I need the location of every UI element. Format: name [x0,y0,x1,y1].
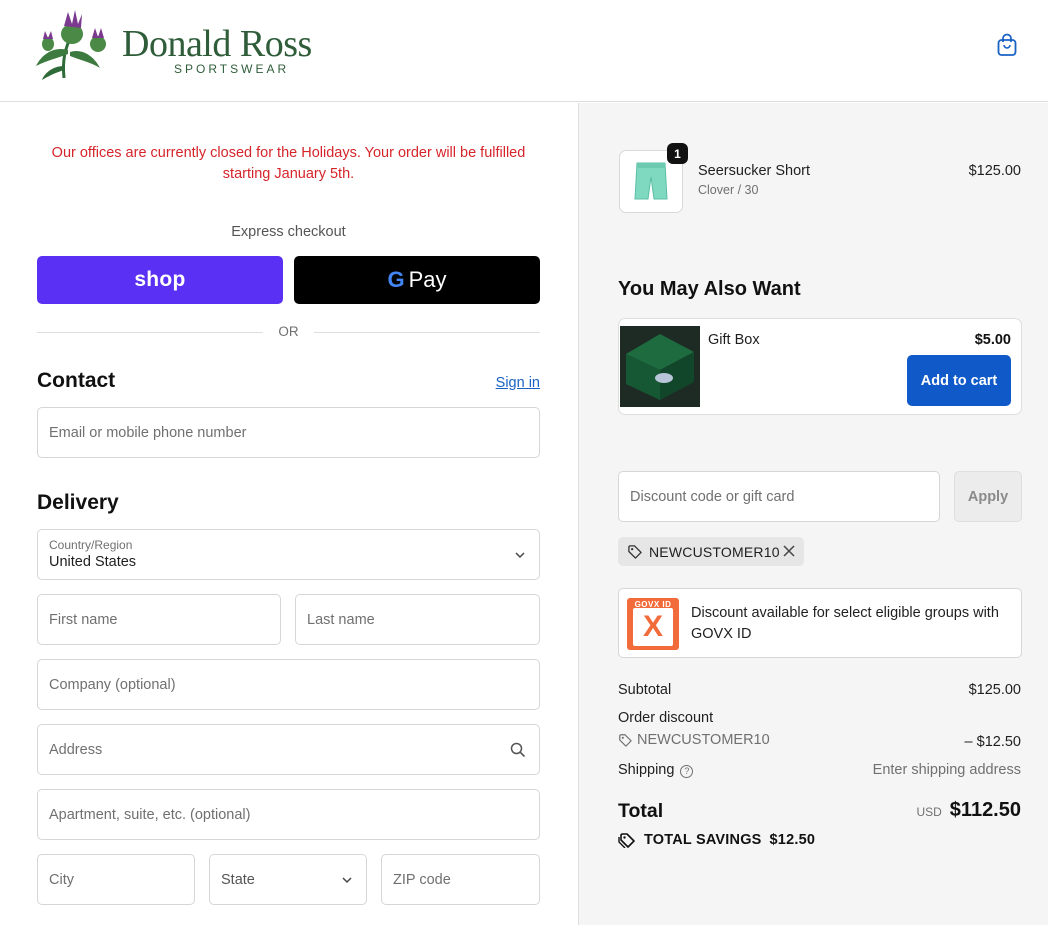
or-text: OR [278,324,299,339]
country-select[interactable]: Country/Region United States [37,529,540,580]
gift-box-picture [620,326,700,407]
upsell-title: You May Also Want [618,278,801,300]
last-name-field[interactable]: Last name [295,594,540,645]
item-variant: Clover / 30 [698,183,759,197]
checkout-form: Our offices are currently closed for the… [0,103,578,925]
applied-code-chip: NEWCUSTOMER10 [618,537,804,566]
shipping-label-row: Shipping? [618,762,694,778]
help-icon[interactable]: ? [680,765,694,778]
brand-subtitle: SPORTSWEAR [174,62,290,76]
item-name: Seersucker Short [698,163,811,179]
shop-pay-button[interactable]: shop [37,256,283,304]
city-placeholder: City [49,871,74,888]
first-name-field[interactable]: First name [37,594,281,645]
discount-placeholder: Discount code or gift card [630,488,795,505]
state-select[interactable]: State [209,854,367,905]
country-value: United States [49,554,137,570]
subtotal-label: Subtotal [618,682,672,698]
chevron-down-icon [515,551,525,558]
shop-pay-label: shop [134,268,186,291]
search-icon [510,742,526,757]
currency-code: USD [916,805,942,819]
total-amount: $112.50 [949,799,1021,821]
first-name-placeholder: First name [49,611,118,628]
apartment-field[interactable]: Apartment, suite, etc. (optional) [37,789,540,840]
remove-code-icon[interactable] [783,545,795,557]
last-name-placeholder: Last name [307,611,375,628]
company-field[interactable]: Company (optional) [37,659,540,710]
email-placeholder: Email or mobile phone number [49,424,247,441]
zip-placeholder: ZIP code [393,871,451,888]
shopping-bag-icon [997,33,1017,56]
holiday-notice: Our offices are currently closed for the… [51,145,526,182]
discount-code-input[interactable]: Discount code or gift card [618,471,940,522]
google-g-icon: G [387,267,405,292]
savings-value: $12.50 [769,832,816,848]
order-discount-label: Order discount [618,710,714,726]
shipping-label: Shipping [618,762,675,778]
total-savings: TOTAL SAVINGS $12.50 [618,832,815,848]
email-field[interactable]: Email or mobile phone number [37,407,540,458]
city-field[interactable]: City [37,854,195,905]
state-placeholder: State [221,871,255,888]
govx-text: Discount available for select eligible g… [691,605,999,642]
savings-label: TOTAL SAVINGS [644,832,762,848]
upsell-name: Gift Box [708,332,760,348]
country-label: Country/Region [49,538,133,552]
zip-field[interactable]: ZIP code [381,854,540,905]
subtotal-value: $125.00 [968,682,1021,698]
apply-button[interactable]: Apply [954,471,1022,522]
gift-box-image [620,326,700,407]
savings-tag-icon [618,833,635,848]
total-value-group: USD $112.50 [916,799,1021,822]
add-to-cart-button[interactable]: Add to cart [907,355,1011,406]
total-label: Total [618,800,664,822]
apartment-placeholder: Apartment, suite, etc. (optional) [49,806,251,823]
delivery-title: Delivery [37,491,119,514]
item-price: $125.00 [968,163,1021,179]
express-checkout-label: Express checkout [231,224,346,240]
tag-icon [628,545,642,559]
google-pay-label: Pay [408,267,447,292]
tag-icon [619,734,632,747]
govx-logo-icon: GOVX ID X [627,598,679,650]
shipping-value: Enter shipping address [872,762,1021,778]
brand-name: Donald Ross [122,23,312,65]
chevron-down-icon [342,876,352,883]
applied-code-text: NEWCUSTOMER10 [649,543,780,560]
govx-x-mark: X [633,608,673,646]
discount-code-line: NEWCUSTOMER10 [618,732,770,748]
upsell-card: Gift Box $5.00 Add to cart [618,318,1022,415]
order-summary: 1 Seersucker Short Clover / 30 $125.00 Y… [578,103,1048,925]
cart-button[interactable] [996,33,1022,59]
contact-title: Contact [37,369,116,392]
discount-value: – $12.50 [964,734,1021,750]
discount-code-text: NEWCUSTOMER10 [637,732,770,748]
quantity-badge: 1 [667,143,688,164]
address-placeholder: Address [49,741,103,758]
google-pay-button[interactable]: G Pay [294,256,540,304]
or-divider: OR [37,324,540,340]
upsell-price: $5.00 [974,332,1011,348]
govx-banner[interactable]: GOVX ID X Discount available for select … [618,588,1022,658]
brand-logo[interactable]: Donald Ross SPORTSWEAR [34,8,354,84]
header: Donald Ross SPORTSWEAR [0,0,1048,102]
company-placeholder: Company (optional) [49,676,176,693]
address-field[interactable]: Address [37,724,540,775]
thistle-logo-icon [36,10,106,80]
sign-in-link[interactable]: Sign in [496,375,540,391]
